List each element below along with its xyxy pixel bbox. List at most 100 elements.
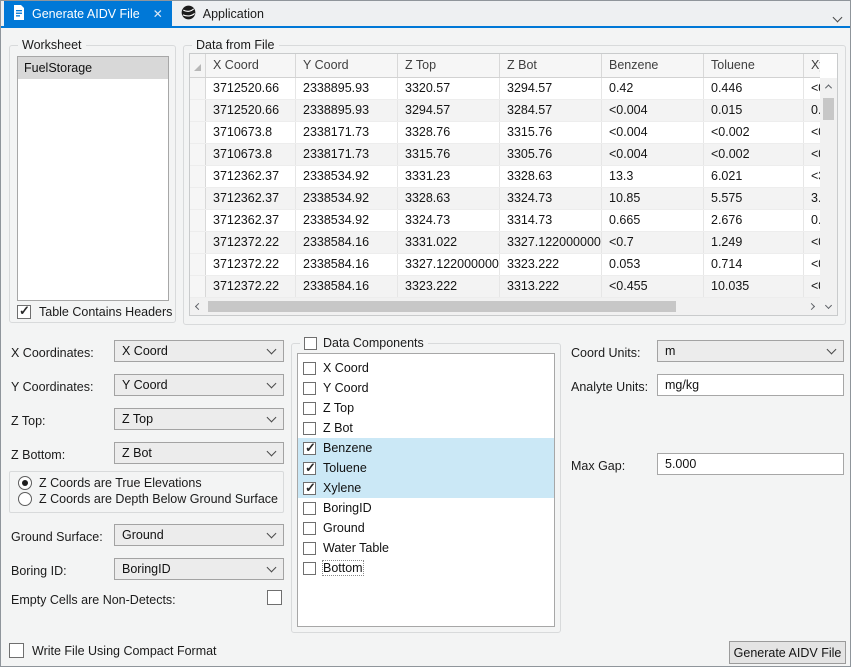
radio-true-elevations-row[interactable]: Z Coords are True Elevations: [18, 476, 283, 490]
column-header-xylene[interactable]: Xylene: [804, 54, 820, 77]
cell-xylene[interactable]: <0: [804, 144, 820, 165]
z-top-select[interactable]: Z Top: [114, 408, 284, 430]
scroll-down-icon[interactable]: [820, 298, 837, 315]
cell-toluene[interactable]: 6.021: [704, 166, 804, 187]
scroll-left-icon[interactable]: [190, 298, 207, 315]
cell-z-bot[interactable]: 3313.222: [500, 276, 602, 297]
table-row[interactable]: 3712362.372338534.923328.633324.7310.855…: [190, 188, 820, 210]
cell-z-bot[interactable]: 3327.1220000000: [500, 232, 602, 253]
column-header-z-top[interactable]: Z Top: [398, 54, 500, 77]
cell-z-bot[interactable]: 3323.222: [500, 254, 602, 275]
chevron-down-icon[interactable]: [834, 8, 841, 26]
table-row[interactable]: 3712362.372338534.923324.733314.730.6652…: [190, 210, 820, 232]
cell-z-bot[interactable]: 3305.76: [500, 144, 602, 165]
worksheet-listbox[interactable]: FuelStorage: [17, 56, 169, 301]
cell-benzene[interactable]: 10.85: [602, 188, 704, 209]
table-row[interactable]: 3710673.82338171.733328.763315.76<0.004<…: [190, 122, 820, 144]
cell-toluene[interactable]: 0.446: [704, 78, 804, 99]
component-checkbox-toluene[interactable]: [303, 462, 316, 475]
cell-z-top[interactable]: 3331.23: [398, 166, 500, 187]
row-header[interactable]: [190, 188, 206, 209]
grid-vertical-scrollbar[interactable]: [820, 78, 837, 315]
worksheet-item-fuelstorage[interactable]: FuelStorage: [18, 57, 168, 79]
component-checkbox-benzene[interactable]: [303, 442, 316, 455]
cell-y-coord[interactable]: 2338895.93: [296, 78, 398, 99]
column-header-y-coord[interactable]: Y Coord: [296, 54, 398, 77]
row-header[interactable]: [190, 122, 206, 143]
close-icon[interactable]: ✕: [153, 7, 163, 21]
cell-toluene[interactable]: 0.015: [704, 100, 804, 121]
coord-units-select[interactable]: m: [657, 340, 844, 362]
cell-benzene[interactable]: <0.7: [602, 232, 704, 253]
row-header[interactable]: [190, 100, 206, 121]
component-checkbox-xylene[interactable]: [303, 482, 316, 495]
cell-y-coord[interactable]: 2338171.73: [296, 144, 398, 165]
analyte-units-input[interactable]: mg/kg: [657, 374, 844, 396]
radio-depth-below-row[interactable]: Z Coords are Depth Below Ground Surface: [18, 492, 283, 506]
component-item-x-coord[interactable]: X Coord: [298, 358, 554, 378]
cell-benzene[interactable]: <0.004: [602, 100, 704, 121]
data-components-checkbox[interactable]: [304, 337, 317, 350]
component-checkbox-z-bot[interactable]: [303, 422, 316, 435]
cell-y-coord[interactable]: 2338584.16: [296, 232, 398, 253]
component-item-water-table[interactable]: Water Table: [298, 538, 554, 558]
component-item-y-coord[interactable]: Y Coord: [298, 378, 554, 398]
grid-horizontal-scrollbar[interactable]: [190, 298, 820, 315]
cell-z-bot[interactable]: 3328.63: [500, 166, 602, 187]
cell-xylene[interactable]: 0.: [804, 100, 820, 121]
component-checkbox-ground[interactable]: [303, 522, 316, 535]
component-checkbox-z-top[interactable]: [303, 402, 316, 415]
component-checkbox-y-coord[interactable]: [303, 382, 316, 395]
vertical-scroll-thumb[interactable]: [823, 98, 834, 120]
cell-x-coord[interactable]: 3710673.8: [206, 144, 296, 165]
cell-z-top[interactable]: 3315.76: [398, 144, 500, 165]
cell-y-coord[interactable]: 2338171.73: [296, 122, 398, 143]
scroll-up-icon[interactable]: [820, 78, 837, 95]
component-item-z-bot[interactable]: Z Bot: [298, 418, 554, 438]
cell-benzene[interactable]: 13.3: [602, 166, 704, 187]
cell-x-coord[interactable]: 3712362.37: [206, 166, 296, 187]
component-checkbox-x-coord[interactable]: [303, 362, 316, 375]
cell-x-coord[interactable]: 3712520.66: [206, 100, 296, 121]
cell-z-top[interactable]: 3327.1220000000: [398, 254, 500, 275]
tab-application[interactable]: Application: [172, 1, 273, 26]
cell-xylene[interactable]: <3: [804, 166, 820, 187]
cell-xylene[interactable]: <0: [804, 78, 820, 99]
cell-z-top[interactable]: 3328.76: [398, 122, 500, 143]
ground-surface-select[interactable]: Ground: [114, 524, 284, 546]
table-row[interactable]: 3712372.222338584.163323.2223313.222<0.4…: [190, 276, 820, 298]
cell-x-coord[interactable]: 3710673.8: [206, 122, 296, 143]
cell-z-bot[interactable]: 3315.76: [500, 122, 602, 143]
cell-xylene[interactable]: <0: [804, 232, 820, 253]
row-header[interactable]: [190, 210, 206, 231]
data-components-listbox[interactable]: X CoordY CoordZ TopZ BotBenzeneTolueneXy…: [297, 353, 555, 627]
tab-generate-aidv-file[interactable]: Generate AIDV File ✕: [4, 1, 172, 26]
cell-benzene[interactable]: 0.42: [602, 78, 704, 99]
cell-z-bot[interactable]: 3314.73: [500, 210, 602, 231]
component-item-boringid[interactable]: BoringID: [298, 498, 554, 518]
cell-z-top[interactable]: 3323.222: [398, 276, 500, 297]
column-header-z-bot[interactable]: Z Bot: [500, 54, 602, 77]
cell-toluene[interactable]: 10.035: [704, 276, 804, 297]
component-checkbox-water-table[interactable]: [303, 542, 316, 555]
compact-format-checkbox[interactable]: [9, 643, 24, 658]
row-header[interactable]: [190, 144, 206, 165]
cell-y-coord[interactable]: 2338534.92: [296, 188, 398, 209]
cell-z-top[interactable]: 3324.73: [398, 210, 500, 231]
max-gap-input[interactable]: 5.000: [657, 453, 844, 475]
radio-true-elevations[interactable]: [18, 476, 32, 490]
cell-x-coord[interactable]: 3712520.66: [206, 78, 296, 99]
cell-benzene[interactable]: 0.053: [602, 254, 704, 275]
empty-cells-checkbox[interactable]: [267, 590, 282, 605]
cell-y-coord[interactable]: 2338534.92: [296, 210, 398, 231]
table-row[interactable]: 3712372.222338584.163331.0223327.1220000…: [190, 232, 820, 254]
cell-z-bot[interactable]: 3324.73: [500, 188, 602, 209]
select-all-corner[interactable]: [190, 54, 206, 77]
cell-xylene[interactable]: <0: [804, 254, 820, 275]
cell-z-bot[interactable]: 3284.57: [500, 100, 602, 121]
component-item-z-top[interactable]: Z Top: [298, 398, 554, 418]
component-checkbox-boringid[interactable]: [303, 502, 316, 515]
cell-xylene[interactable]: 3.: [804, 188, 820, 209]
cell-benzene[interactable]: 0.665: [602, 210, 704, 231]
cell-x-coord[interactable]: 3712362.37: [206, 188, 296, 209]
